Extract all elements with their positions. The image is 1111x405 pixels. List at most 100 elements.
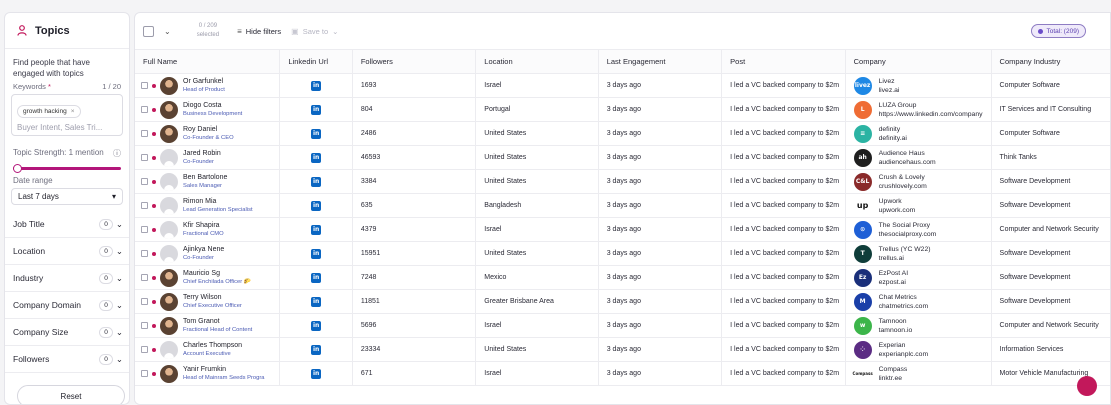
person-name[interactable]: Ben Bartolone — [183, 173, 227, 182]
company-domain[interactable]: experianplc.com — [879, 350, 929, 359]
company-name[interactable]: definity — [879, 125, 907, 134]
table-row[interactable]: Rimon Mia Lead Generation Specialist in 635… — [135, 193, 1110, 218]
post-cell[interactable]: I led a VC backed company to $2m — [721, 121, 846, 146]
chevron-down-icon[interactable]: ⌄ — [164, 27, 171, 36]
linkedin-icon[interactable]: in — [311, 344, 322, 355]
column-header[interactable]: Post — [721, 49, 846, 74]
keyword-chip[interactable]: growth hacking × — [17, 105, 81, 118]
hide-filters-button[interactable]: ≡ Hide filters — [237, 27, 281, 36]
post-cell[interactable]: I led a VC backed company to $2m — [721, 97, 846, 122]
linkedin-icon[interactable]: in — [311, 248, 322, 259]
row-checkbox[interactable] — [141, 298, 148, 305]
filter-industry[interactable]: Industry 0 ⌄ — [5, 265, 129, 292]
company-domain[interactable]: thesocialproxy.com — [879, 230, 937, 239]
row-checkbox[interactable] — [141, 202, 148, 209]
company-name[interactable]: Livez — [879, 77, 900, 86]
post-cell[interactable]: I led a VC backed company to $2m — [721, 73, 846, 98]
keywords-placeholder[interactable]: Buyer Intent, Sales Tri... — [17, 123, 117, 132]
company-name[interactable]: Tamnoon — [879, 317, 913, 326]
person-name[interactable]: Kfir Shapira — [183, 221, 224, 230]
filter-company-domain[interactable]: Company Domain 0 ⌄ — [5, 292, 129, 319]
date-range-select[interactable]: Last 7 days ▾ — [11, 188, 123, 205]
column-header[interactable]: Location — [475, 49, 599, 74]
table-row[interactable]: Tom Granot Fractional Head of Content in 56… — [135, 313, 1110, 338]
post-cell[interactable]: I led a VC backed company to $2m — [721, 313, 846, 338]
company-name[interactable]: Audience Haus — [879, 149, 936, 158]
filter-followers[interactable]: Followers 0 ⌄ — [5, 346, 129, 373]
chip-remove-icon[interactable]: × — [71, 108, 75, 115]
company-domain[interactable]: https://www.linkedin.com/company — [879, 110, 983, 119]
linkedin-icon[interactable]: in — [311, 200, 322, 211]
post-cell[interactable]: I led a VC backed company to $2m — [721, 241, 846, 266]
table-row[interactable]: Jared Robin Co-Founder in 46593 United State… — [135, 145, 1110, 170]
company-domain[interactable]: ezpost.ai — [879, 278, 908, 287]
post-cell[interactable]: I led a VC backed company to $2m — [721, 217, 846, 242]
company-domain[interactable]: upwork.com — [879, 206, 916, 215]
row-checkbox[interactable] — [141, 178, 148, 185]
column-header[interactable]: Followers — [352, 49, 477, 74]
company-domain[interactable]: definity.ai — [879, 134, 907, 143]
column-header[interactable]: Full Name — [135, 49, 281, 74]
column-header[interactable]: Last Engagement — [598, 49, 723, 74]
company-name[interactable]: Upwork — [879, 197, 916, 206]
person-name[interactable]: Jared Robin — [183, 149, 221, 158]
linkedin-icon[interactable]: in — [311, 176, 322, 187]
company-domain[interactable]: trellus.ai — [879, 254, 931, 263]
column-header[interactable]: Company — [845, 49, 992, 74]
person-name[interactable]: Ajinkya Nene — [183, 245, 224, 254]
filter-company-size[interactable]: Company Size 0 ⌄ — [5, 319, 129, 346]
reset-button[interactable]: Reset — [17, 385, 125, 404]
table-row[interactable]: Or Garfunkel Head of Product in 1693 Israel 3… — [135, 73, 1110, 98]
company-domain[interactable]: tamnoon.io — [879, 326, 913, 335]
keywords-input[interactable]: growth hacking × Buyer Intent, Sales Tri.… — [11, 94, 123, 136]
table-row[interactable]: Roy Daniel Co-Founder & CEO in 2486 United S… — [135, 121, 1110, 146]
row-checkbox[interactable] — [141, 322, 148, 329]
linkedin-icon[interactable]: in — [311, 152, 322, 163]
company-name[interactable]: Crush & Lovely — [879, 173, 927, 182]
row-checkbox[interactable] — [141, 130, 148, 137]
post-cell[interactable]: I led a VC backed company to $2m — [721, 265, 846, 290]
column-header[interactable]: Company Industry — [991, 49, 1110, 74]
table-row[interactable]: Terry Wilson Chief Executive Officer in 118… — [135, 289, 1110, 314]
post-cell[interactable]: I led a VC backed company to $2m — [721, 193, 846, 218]
company-name[interactable]: LUZA Group — [879, 101, 983, 110]
row-checkbox[interactable] — [141, 106, 148, 113]
slider-thumb[interactable] — [13, 164, 22, 173]
select-all-checkbox[interactable] — [143, 25, 154, 37]
company-name[interactable]: Trellus (YC W22) — [879, 245, 931, 254]
post-cell[interactable]: I led a VC backed company to $2m — [721, 169, 846, 194]
table-row[interactable]: Diogo Costa Business Development in 804 Port… — [135, 97, 1110, 122]
company-domain[interactable]: crushlovely.com — [879, 182, 927, 191]
row-checkbox[interactable] — [141, 370, 148, 377]
linkedin-icon[interactable]: in — [311, 272, 322, 283]
row-checkbox[interactable] — [141, 226, 148, 233]
table-row[interactable]: Mauricio Sg Chief Enchilada Officer 🌮 in 72… — [135, 265, 1110, 290]
company-name[interactable]: The Social Proxy — [879, 221, 937, 230]
table-row[interactable]: Ajinkya Nene Co-Founder in 15951 United Stat… — [135, 241, 1110, 266]
row-checkbox[interactable] — [141, 250, 148, 257]
linkedin-icon[interactable]: in — [311, 320, 322, 331]
company-name[interactable]: Experian — [879, 341, 929, 350]
person-name[interactable]: Rimon Mia — [183, 197, 253, 206]
person-name[interactable]: Terry Wilson — [183, 293, 242, 302]
post-cell[interactable]: I led a VC backed company to $2m — [721, 361, 846, 386]
chat-launcher-button[interactable] — [1077, 376, 1097, 396]
row-checkbox[interactable] — [141, 346, 148, 353]
person-name[interactable]: Roy Daniel — [183, 125, 234, 134]
person-name[interactable]: Diogo Costa — [183, 101, 242, 110]
row-checkbox[interactable] — [141, 154, 148, 161]
company-domain[interactable]: chatmetrics.com — [879, 302, 928, 311]
filter-location[interactable]: Location 0 ⌄ — [5, 238, 129, 265]
company-domain[interactable]: audiencehaus.com — [879, 158, 936, 167]
person-name[interactable]: Charles Thompson — [183, 341, 242, 350]
table-row[interactable]: Charles Thompson Account Executive in 23334… — [135, 337, 1110, 362]
save-to-button[interactable]: ▣ Save to ⌄ — [291, 27, 338, 36]
company-name[interactable]: EzPost AI — [879, 269, 908, 278]
linkedin-icon[interactable]: in — [311, 368, 322, 379]
company-name[interactable]: Chat Metrics — [879, 293, 928, 302]
person-name[interactable]: Tom Granot — [183, 317, 252, 326]
person-name[interactable]: Or Garfunkel — [183, 77, 225, 86]
post-cell[interactable]: I led a VC backed company to $2m — [721, 337, 846, 362]
person-name[interactable]: Yanir Frumkin — [183, 365, 265, 374]
table-row[interactable]: Ben Bartolone Sales Manager in 3384 United S… — [135, 169, 1110, 194]
